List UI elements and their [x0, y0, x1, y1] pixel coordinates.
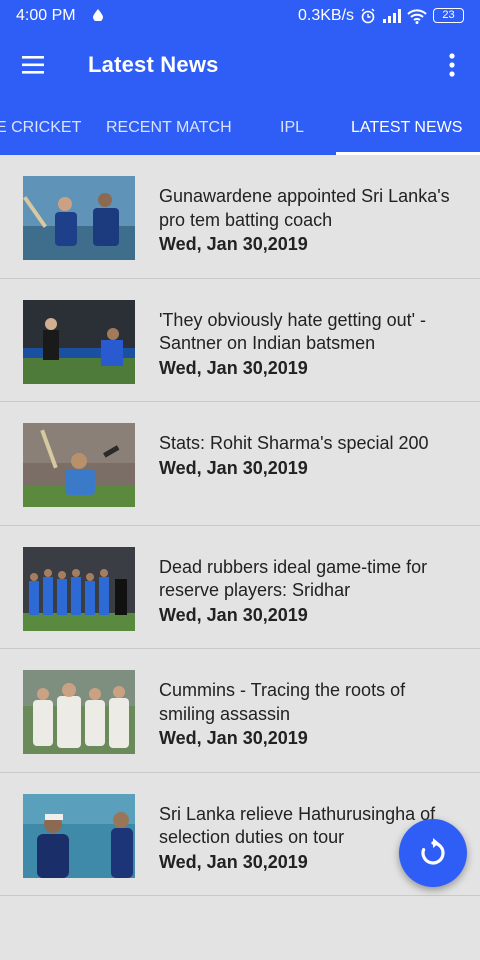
- battery-level: 23: [442, 9, 455, 21]
- refresh-button[interactable]: [399, 819, 467, 887]
- news-title: Stats: Rohit Sharma's special 200: [159, 433, 429, 453]
- news-title: Dead rubbers ideal game-time for reserve…: [159, 556, 428, 601]
- news-item[interactable]: Dead rubbers ideal game-time for reserve…: [0, 526, 480, 649]
- tab-ipl[interactable]: IPL: [280, 119, 304, 137]
- hamburger-menu-icon[interactable]: [20, 53, 48, 77]
- battery-icon: 23: [433, 8, 464, 23]
- news-thumbnail: [23, 670, 135, 754]
- news-date: Wed, Jan 30,2019: [159, 604, 308, 625]
- status-bar: 4:00 PM 0.3KB/s 23: [0, 0, 480, 32]
- news-thumbnail: [23, 793, 135, 878]
- network-speed: 0.3KB/s: [298, 7, 355, 24]
- alarm-icon: [361, 8, 375, 24]
- page-title: Latest News: [88, 52, 219, 77]
- news-thumbnail: [23, 299, 135, 384]
- refresh-icon: [421, 838, 445, 865]
- news-item[interactable]: 'They obviously hate getting out' - Sant…: [0, 279, 480, 402]
- tab-latest-news[interactable]: LATEST NEWS: [351, 119, 462, 137]
- news-title: 'They obviously hate getting out' - Sant…: [159, 309, 427, 354]
- status-time: 4:00 PM: [16, 7, 76, 24]
- news-date: Wed, Jan 30,2019: [159, 234, 308, 254]
- drop-icon: [93, 9, 103, 21]
- wifi-icon: [407, 9, 427, 24]
- app-bar: Latest News: [0, 32, 480, 98]
- news-date: Wed, Jan 30,2019: [159, 728, 308, 748]
- news-thumbnail: [23, 176, 135, 260]
- news-date: Wed, Jan 30,2019: [159, 458, 308, 478]
- news-item[interactable]: Gunawardene appointed Sri Lanka's pro te…: [0, 155, 480, 279]
- news-title: Gunawardene appointed Sri Lanka's pro te…: [159, 186, 450, 230]
- tab-bar: E CRICKET RECENT MATCH IPL LATEST NEWS: [0, 98, 480, 155]
- news-date: Wed, Jan 30,2019: [159, 851, 308, 872]
- news-title: Cummins - Tracing the roots of smiling a…: [159, 680, 406, 724]
- news-date: Wed, Jan 30,2019: [159, 357, 308, 378]
- news-item[interactable]: Stats: Rohit Sharma's special 200 Wed, J…: [0, 402, 480, 526]
- tab-recent-match[interactable]: RECENT MATCH: [106, 119, 232, 137]
- more-vert-icon[interactable]: [442, 50, 462, 80]
- tab-e-cricket[interactable]: E CRICKET: [0, 119, 81, 137]
- news-thumbnail: [23, 423, 135, 507]
- news-item[interactable]: Cummins - Tracing the roots of smiling a…: [0, 649, 480, 773]
- news-list: Gunawardene appointed Sri Lanka's pro te…: [0, 155, 480, 896]
- news-thumbnail: [23, 546, 135, 631]
- signal-icon: [383, 9, 401, 23]
